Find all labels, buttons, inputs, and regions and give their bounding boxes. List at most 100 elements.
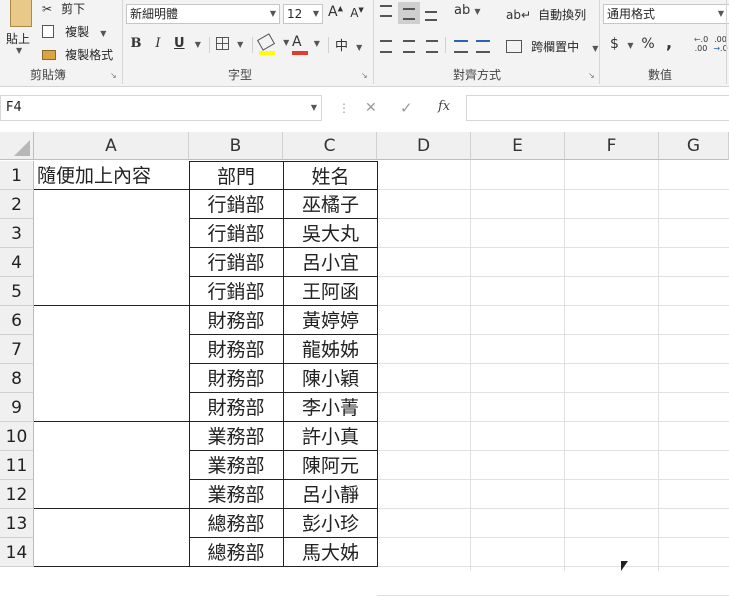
column-header-f[interactable]: F — [565, 132, 659, 160]
formula-input[interactable] — [466, 95, 729, 121]
cell-c[interactable]: 李小菁 — [283, 393, 378, 422]
copy-button[interactable]: 複製 ▼ — [42, 21, 106, 39]
name-box[interactable]: F4 ▼ — [0, 95, 322, 121]
cell-c[interactable]: 彭小珍 — [283, 509, 378, 538]
cell-c[interactable]: 王阿函 — [283, 277, 378, 306]
row-header[interactable]: 12 — [0, 480, 34, 509]
row-header[interactable]: 14 — [0, 538, 34, 567]
cell-b[interactable]: 行銷部 — [189, 219, 284, 248]
cell-a[interactable] — [34, 393, 190, 422]
column-header-e[interactable]: E — [471, 132, 565, 160]
align-bottom-button[interactable] — [423, 2, 439, 22]
cell-b[interactable]: 行銷部 — [189, 277, 284, 306]
column-header-b[interactable]: B — [189, 132, 283, 160]
cell-b[interactable]: 業務部 — [189, 451, 284, 480]
cell-c[interactable]: 龍姊姊 — [283, 335, 378, 364]
align-right-button[interactable] — [424, 38, 438, 53]
increase-indent-button[interactable] — [476, 38, 492, 53]
cell-a[interactable] — [34, 538, 190, 567]
paste-button[interactable]: 貼上 ▼ — [4, 0, 36, 62]
row-header[interactable]: 2 — [0, 190, 34, 219]
row-header[interactable]: 5 — [0, 277, 34, 306]
cell-a[interactable] — [34, 277, 190, 306]
cell-c[interactable]: 馬大姊 — [283, 538, 378, 567]
column-header-d[interactable]: D — [377, 132, 471, 160]
cell-a[interactable] — [34, 306, 190, 335]
orientation-button[interactable]: ab ▼ — [454, 3, 482, 18]
cell-b[interactable]: 行銷部 — [189, 248, 284, 277]
font-size-select[interactable]: 12 ▼ — [283, 4, 323, 24]
comma-style-button[interactable]: , — [664, 33, 674, 52]
cell-b[interactable]: 部門 — [189, 161, 284, 190]
percent-button[interactable]: % — [641, 36, 655, 52]
cell-a[interactable] — [34, 190, 190, 219]
phonetic-button[interactable]: 中 ▼ — [335, 35, 367, 54]
font-launcher-icon[interactable]: ↘ — [361, 71, 368, 80]
shrink-font-button[interactable]: A▼ — [350, 6, 364, 20]
font-color-button[interactable]: A ▼ — [292, 34, 324, 55]
row-header[interactable]: 1 — [0, 161, 34, 190]
underline-button[interactable]: U ▼ — [174, 36, 204, 51]
row-header[interactable]: 13 — [0, 509, 34, 538]
row-header[interactable]: 8 — [0, 364, 34, 393]
select-all-button[interactable] — [0, 132, 34, 160]
align-center-button[interactable] — [402, 38, 416, 53]
row-header[interactable]: 11 — [0, 451, 34, 480]
cell-c[interactable]: 呂小靜 — [283, 480, 378, 509]
wrap-text-button[interactable]: ab↵ 自動換列 — [506, 4, 586, 22]
cell-b[interactable]: 總務部 — [189, 509, 284, 538]
row-header[interactable]: 3 — [0, 219, 34, 248]
align-left-button[interactable] — [380, 38, 394, 53]
cell-a[interactable] — [34, 480, 190, 509]
cell-c[interactable]: 吳大丸 — [283, 219, 378, 248]
italic-button[interactable]: I — [152, 36, 164, 51]
insert-function-button[interactable]: fx — [438, 99, 450, 114]
row-header[interactable]: 4 — [0, 248, 34, 277]
bold-button[interactable]: B — [130, 36, 142, 51]
align-middle-button[interactable] — [398, 2, 420, 24]
cell-c[interactable]: 黃婷婷 — [283, 306, 378, 335]
cell-b[interactable]: 財務部 — [189, 335, 284, 364]
column-header-c[interactable]: C — [283, 132, 377, 160]
cell-a[interactable] — [34, 451, 190, 480]
number-format-select[interactable]: 通用格式 ▼ — [603, 4, 729, 24]
cut-button[interactable]: ✂ 剪下 — [42, 0, 85, 16]
column-header-g[interactable]: G — [659, 132, 729, 160]
currency-button[interactable]: $ ▼ — [610, 36, 636, 52]
font-name-select[interactable]: 新細明體 ▼ — [126, 4, 280, 24]
cell-b[interactable]: 財務部 — [189, 393, 284, 422]
alignment-launcher-icon[interactable]: ↘ — [588, 71, 595, 80]
align-top-button[interactable] — [378, 2, 394, 20]
enter-formula-button[interactable]: ✓ — [400, 99, 413, 117]
cell-b[interactable]: 業務部 — [189, 422, 284, 451]
cell-c[interactable]: 許小真 — [283, 422, 378, 451]
format-painter-button[interactable]: 複製格式 — [42, 44, 113, 62]
column-header-a[interactable]: A — [34, 132, 189, 160]
cell-a[interactable] — [34, 335, 190, 364]
row-header[interactable]: 7 — [0, 335, 34, 364]
cell-a[interactable]: 隨便加上內容 — [34, 161, 190, 190]
cancel-formula-button[interactable]: ✕ — [365, 100, 377, 116]
cell-a[interactable] — [34, 422, 190, 451]
cell-c[interactable]: 呂小宜 — [283, 248, 378, 277]
cell-a[interactable] — [34, 509, 190, 538]
cell-c[interactable]: 姓名 — [283, 161, 378, 190]
cell-a[interactable] — [34, 248, 190, 277]
row-header[interactable]: 9 — [0, 393, 34, 422]
cell-b[interactable]: 行銷部 — [189, 190, 284, 219]
increase-decimal-button[interactable]: ←.0 .00 — [692, 35, 710, 53]
clipboard-launcher-icon[interactable]: ↘ — [110, 71, 117, 80]
grow-font-button[interactable]: A▲ — [328, 4, 343, 20]
cell-b[interactable]: 財務部 — [189, 306, 284, 335]
cell-b[interactable]: 總務部 — [189, 538, 284, 567]
cell-c[interactable]: 陳小穎 — [283, 364, 378, 393]
cell-c[interactable]: 巫橘子 — [283, 190, 378, 219]
row-header[interactable]: 10 — [0, 422, 34, 451]
cell-a[interactable] — [34, 364, 190, 393]
cell-b[interactable]: 業務部 — [189, 480, 284, 509]
cell-a[interactable] — [34, 219, 190, 248]
cell-b[interactable]: 財務部 — [189, 364, 284, 393]
borders-button[interactable]: ▼ — [216, 36, 248, 51]
row-header[interactable]: 6 — [0, 306, 34, 335]
fill-color-button[interactable]: ▼ — [256, 32, 291, 55]
